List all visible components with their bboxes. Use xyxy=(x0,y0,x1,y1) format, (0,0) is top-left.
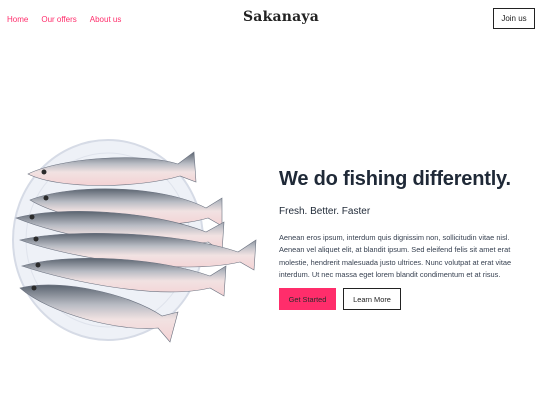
learn-more-button[interactable]: Learn More xyxy=(343,288,401,310)
nav-link-our-offers[interactable]: Our offers xyxy=(41,15,76,24)
join-us-button[interactable]: Join us xyxy=(493,8,535,29)
fish-on-plate-image xyxy=(10,128,260,348)
hero-body-text: Aenean eros ipsum, interdum quis digniss… xyxy=(279,233,512,279)
hero-subtitle: Fresh. Better. Faster xyxy=(279,206,371,217)
nav-link-about-us[interactable]: About us xyxy=(90,15,122,24)
get-started-button[interactable]: Get Started xyxy=(279,288,336,310)
nav-link-home[interactable]: Home xyxy=(7,15,28,24)
brand-logo[interactable]: Sakanaya xyxy=(243,9,319,25)
top-nav: Home Our offers About us xyxy=(7,15,121,24)
hero-title: We do fishing differently. xyxy=(279,168,511,190)
